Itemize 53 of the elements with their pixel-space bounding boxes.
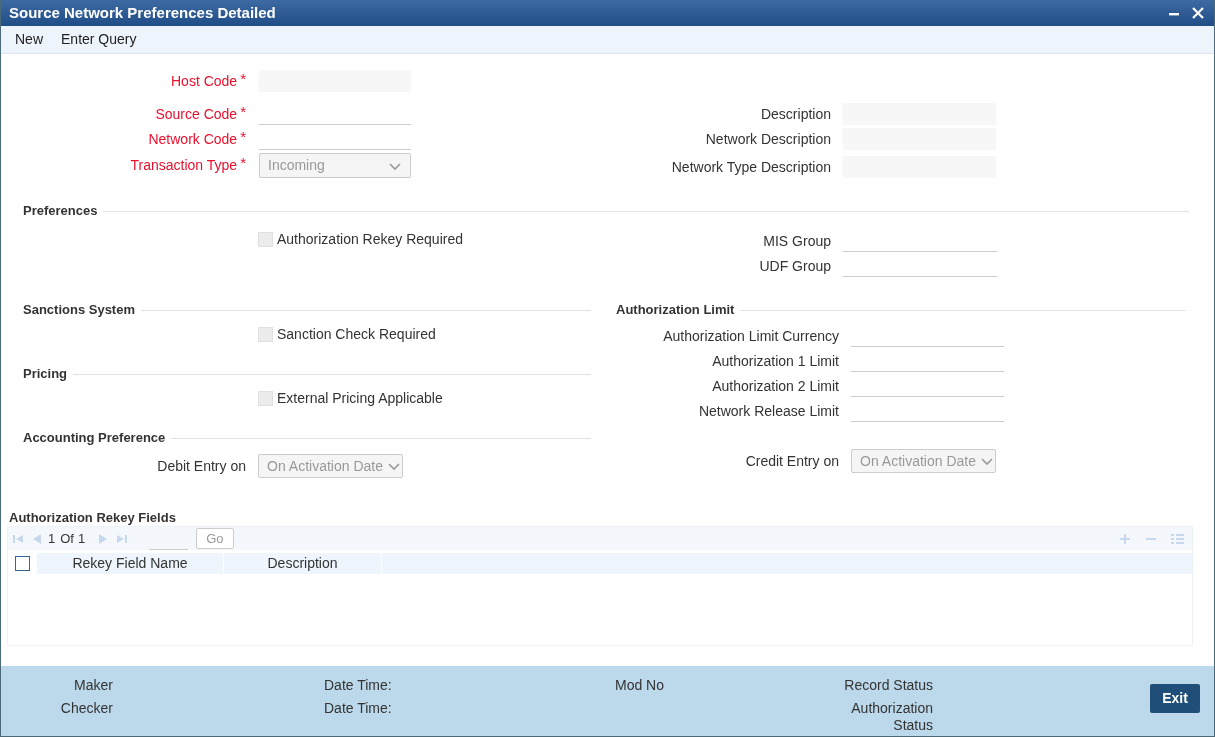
field-label: Host Code xyxy=(171,71,238,91)
page-number: 1 xyxy=(48,529,56,548)
required-mark: * xyxy=(240,128,246,144)
toolbar-button[interactable]: Enter Query xyxy=(53,29,145,50)
section-title: Authorization Rekey Fields xyxy=(8,509,177,526)
required-mark: * xyxy=(240,155,246,170)
checkbox-label: Authorization Rekey Required xyxy=(277,229,463,249)
section-title: Accounting Preference xyxy=(23,429,166,448)
footer-label: Checker xyxy=(60,700,113,717)
field-label: UDF Group xyxy=(759,256,831,276)
section-title: Sanctions System xyxy=(23,301,135,320)
field-label: Network Code xyxy=(148,129,238,149)
section-title: Pricing xyxy=(23,365,68,384)
section-title: Authorization Limit xyxy=(616,301,735,320)
section-title: Preferences xyxy=(23,202,98,221)
field-label: Authorization 2 Limit xyxy=(712,376,839,396)
last-page-icon[interactable] xyxy=(116,532,129,545)
field-label: Authorization 1 Limit xyxy=(712,351,839,371)
chevron-down-icon xyxy=(386,460,401,472)
field-label: Source Code xyxy=(155,104,238,124)
close-icon[interactable] xyxy=(1192,7,1204,19)
page-of-label: Of xyxy=(60,529,74,548)
list-icon[interactable] xyxy=(1171,532,1184,545)
field-label: Network Type Description xyxy=(671,157,831,177)
field-label: Network Description xyxy=(705,129,831,149)
footer-label: Date Time: xyxy=(324,677,392,694)
footer-label: Maker xyxy=(74,677,113,694)
footer-label: Mod No xyxy=(615,677,665,694)
footer-label: Record Status xyxy=(844,677,933,694)
exit-button[interactable]: Exit xyxy=(1150,684,1200,713)
footer-label: Date Time: xyxy=(324,700,392,717)
chevron-down-icon xyxy=(979,455,994,467)
field-label: Transaction Type xyxy=(130,156,238,175)
checkbox-label: Sanction Check Required xyxy=(277,324,436,344)
field-label: Description xyxy=(760,104,831,124)
column-header[interactable]: Description xyxy=(224,553,382,574)
checkbox[interactable] xyxy=(15,556,30,571)
page-total: 1 xyxy=(77,529,86,548)
add-icon[interactable] xyxy=(1119,532,1131,545)
previous-page-icon[interactable] xyxy=(31,532,43,545)
required-mark: * xyxy=(240,103,246,119)
field-label: MIS Group xyxy=(763,231,831,251)
toolbar-button[interactable]: New xyxy=(7,29,51,50)
window-title: Source Network Preferences Detailed xyxy=(9,2,276,23)
field-label: Network Release Limit xyxy=(698,401,839,421)
column-header[interactable]: Rekey Field Name xyxy=(37,553,224,574)
first-page-icon[interactable] xyxy=(12,532,24,545)
field-label: Debit Entry on xyxy=(157,456,246,476)
field-label: Authorization Limit Currency xyxy=(663,326,839,346)
footer-label: Authorization Status xyxy=(850,700,933,734)
checkbox-label: External Pricing Applicable xyxy=(277,388,443,408)
field-label: Credit Entry on xyxy=(745,451,839,471)
required-mark: * xyxy=(240,70,246,86)
